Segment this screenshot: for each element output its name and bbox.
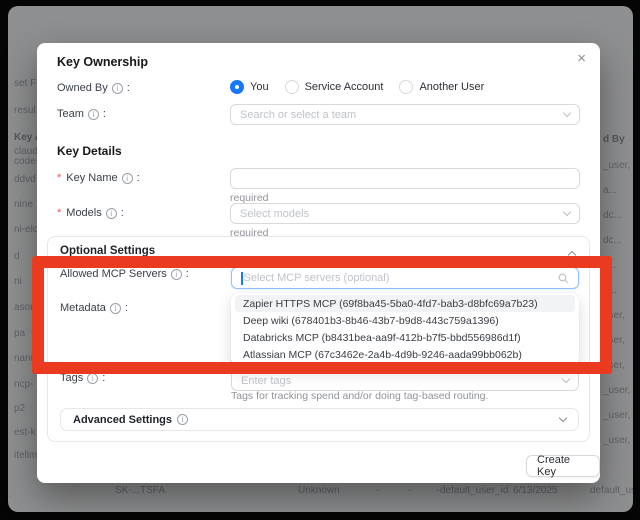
background-text-fragment: set F: [14, 78, 36, 89]
radio-unselected-icon: [399, 80, 413, 94]
info-icon[interactable]: [177, 414, 188, 425]
chevron-down-icon: [563, 208, 571, 216]
mcp-servers-dropdown: Zapier HTTPS MCP (69f8ba45-5ba0-4fd7-bab…: [231, 293, 579, 366]
optional-settings-header[interactable]: Optional Settings: [60, 245, 155, 257]
models-label: * Models :: [57, 207, 124, 219]
background-text-fragment: dc...: [603, 235, 622, 246]
owned-by-radio-group: You Service Account Another User: [230, 80, 484, 94]
background-text-fragment: default_user,: [590, 485, 633, 496]
background-text-fragment: -: [436, 485, 439, 496]
background-text-fragment: d By: [603, 134, 625, 145]
radio-service-account[interactable]: Service Account: [285, 80, 384, 94]
background-text-fragment: pa: [14, 328, 25, 339]
background-text-fragment: ni-elo: [14, 224, 38, 235]
background-text-fragment: dc...: [603, 210, 622, 221]
key-details-heading: Key Details: [57, 144, 122, 158]
background-text-fragment: _user,: [603, 410, 630, 421]
chevron-down-icon: [562, 375, 570, 383]
allowed-mcp-servers-label: Allowed MCP Servers :: [60, 268, 189, 280]
background-text-fragment: -: [408, 485, 411, 496]
dropdown-option-databricks[interactable]: Databricks MCP (b8431bea-aa9f-412b-b7f5-…: [235, 329, 575, 346]
background-text-fragment: Unknown: [298, 485, 340, 496]
create-key-modal: Key Ownership × Owned By : You Service A…: [37, 43, 600, 483]
tags-help-text: Tags for tracking spend and/or doing tag…: [231, 390, 488, 402]
dropdown-option-deep-wiki[interactable]: Deep wiki (678401b3-8b46-43b7-b9d8-443c7…: [235, 312, 575, 329]
background-text-fragment: a...: [603, 285, 617, 296]
info-icon[interactable]: [106, 208, 117, 219]
dropdown-option-zapier[interactable]: Zapier HTTPS MCP (69f8ba45-5ba0-4fd7-bab…: [235, 295, 575, 312]
dropdown-option-atlassian[interactable]: Atlassian MCP (67c3462e-2a4b-4d9b-9246-a…: [235, 346, 575, 363]
background-text-fragment: _user,: [603, 435, 630, 446]
info-icon[interactable]: [171, 269, 182, 280]
team-label: Team :: [57, 108, 106, 120]
background-text-fragment: ddvd: [14, 174, 36, 185]
optional-settings-panel: Optional Settings Allowed MCP Servers : …: [47, 236, 590, 442]
background-text-fragment: user,: [603, 360, 625, 371]
required-asterisk: *: [57, 172, 61, 184]
info-icon[interactable]: [110, 303, 121, 314]
models-select[interactable]: Select models: [230, 203, 580, 224]
chevron-down-icon: [559, 414, 567, 422]
tags-label: Tags :: [60, 372, 105, 384]
tags-select[interactable]: Enter tags: [231, 370, 579, 391]
background-text-fragment: -: [376, 485, 379, 496]
background-text-fragment: 6/13/2025: [513, 485, 558, 496]
metadata-label: Metadata :: [60, 302, 128, 314]
advanced-settings-header[interactable]: Advanced Settings: [60, 408, 579, 431]
radio-another-user[interactable]: Another User: [399, 80, 484, 94]
team-select[interactable]: Search or select a team: [230, 104, 580, 125]
mcp-servers-input[interactable]: Select MCP servers (optional): [231, 267, 579, 289]
key-name-input[interactable]: [230, 168, 580, 189]
background-text-fragment: ncp-: [14, 379, 33, 390]
radio-selected-icon: [230, 80, 244, 94]
background-text-fragment: ni: [14, 276, 22, 287]
info-icon[interactable]: [122, 173, 133, 184]
background-text-fragment: itellm: [14, 450, 37, 461]
background-text-fragment: _user,: [603, 160, 630, 171]
text-cursor: [241, 272, 243, 285]
chevron-up-icon[interactable]: [568, 251, 576, 259]
radio-unselected-icon: [285, 80, 299, 94]
background-text-fragment: user,: [603, 310, 625, 321]
background-text-fragment: a...: [603, 185, 617, 196]
radio-you[interactable]: You: [230, 80, 269, 94]
required-asterisk: *: [57, 207, 61, 219]
background-text-fragment: SK-...TSFA: [115, 485, 165, 496]
background-text-fragment: nanu: [14, 353, 36, 364]
key-name-label: * Key Name :: [57, 172, 140, 184]
background-text-fragment: d: [14, 251, 20, 262]
background-text-fragment: code-: [14, 156, 39, 167]
background-text-fragment: _user,: [603, 385, 630, 396]
modal-title: Key Ownership: [57, 55, 148, 69]
close-icon[interactable]: ×: [577, 51, 586, 67]
info-icon[interactable]: [112, 83, 123, 94]
background-text-fragment: user,: [603, 335, 625, 346]
owned-by-label: Owned By :: [57, 82, 130, 94]
background-text-fragment: c...: [603, 260, 616, 271]
search-icon: [558, 273, 569, 284]
create-key-button[interactable]: Create Key: [526, 455, 600, 477]
info-icon[interactable]: [88, 109, 99, 120]
background-text-fragment: est-k: [14, 427, 36, 438]
background-text-fragment: default_user_id: [440, 485, 508, 496]
background-text-fragment: p2: [14, 403, 25, 414]
background-text-fragment: nine: [14, 199, 33, 210]
chevron-down-icon: [563, 109, 571, 117]
background-text-fragment: resul: [14, 105, 36, 116]
info-icon[interactable]: [87, 373, 98, 384]
